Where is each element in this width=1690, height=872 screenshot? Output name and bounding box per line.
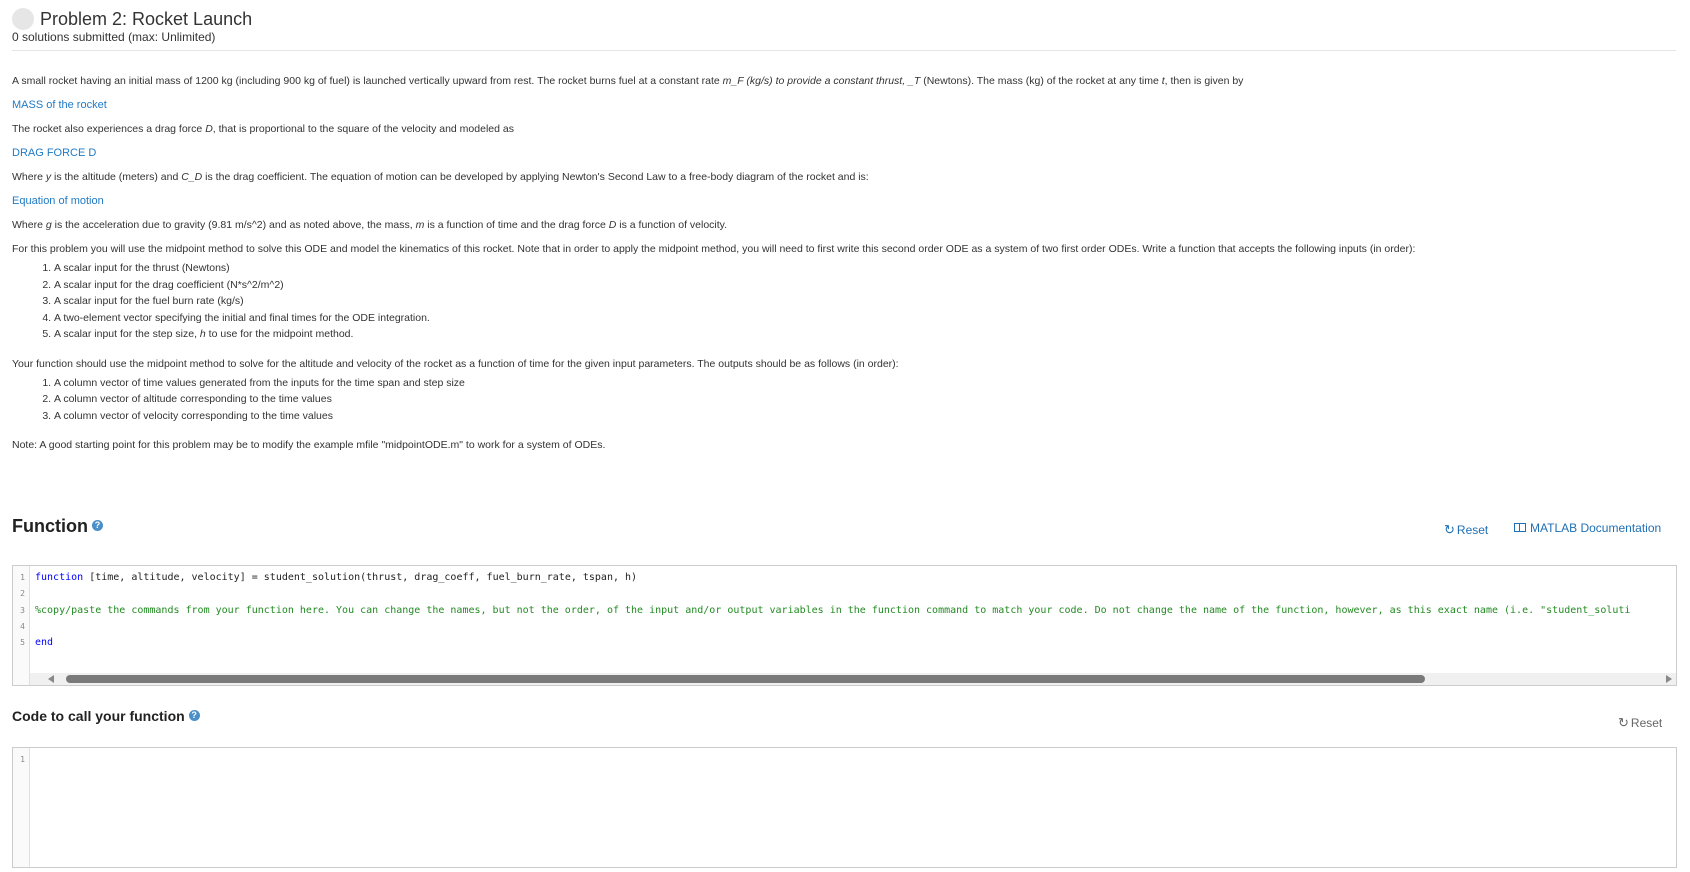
drag-paragraph: The rocket also experiences a drag force… — [12, 123, 514, 135]
gravity-paragraph: Where g is the acceleration due to gravi… — [12, 219, 728, 231]
list-item: A scalar input for the fuel burn rate (k… — [54, 293, 1672, 310]
function-section-title: Function? — [12, 516, 103, 537]
list-item: A two-element vector specifying the init… — [54, 310, 1672, 327]
list-item: A column vector of altitude correspondin… — [54, 391, 1672, 408]
refresh-icon: ↻ — [1444, 522, 1455, 537]
code-line: 5 end — [20, 637, 54, 648]
call-section-title: Code to call your function? — [12, 708, 200, 724]
code-line: 3 %copy/paste the commands from your fun… — [20, 605, 1631, 616]
code-line: 1 function [time, altitude, velocity] = … — [20, 572, 638, 583]
code-line: 1 — [20, 755, 25, 764]
list-item: A scalar input for the thrust (Newtons) — [54, 260, 1672, 277]
list-item: A column vector of velocity correspondin… — [54, 408, 1672, 425]
matlab-documentation-link[interactable]: MATLAB Documentation — [1514, 521, 1661, 535]
refresh-icon: ↻ — [1618, 715, 1629, 730]
status-circle-icon — [12, 8, 34, 30]
intro-paragraph: A small rocket having an initial mass of… — [12, 75, 1244, 87]
page-title: Problem 2: Rocket Launch — [40, 9, 253, 29]
code-line: 2 — [20, 589, 25, 598]
function-code-editor[interactable]: 1 function [time, altitude, velocity] = … — [12, 565, 1677, 686]
question-circle-icon[interactable]: ? — [91, 519, 103, 531]
call-code-editor[interactable]: 1 — [12, 747, 1677, 868]
outputs-paragraph: Your function should use the midpoint me… — [12, 357, 899, 370]
code-line: 4 — [20, 622, 25, 631]
horizontal-scrollbar[interactable] — [30, 673, 1676, 685]
call-reset-button[interactable]: ↻ Reset — [1618, 715, 1662, 731]
mass-equation-link[interactable]: MASS of the rocket — [12, 98, 1672, 112]
scrollbar-thumb[interactable] — [66, 675, 1425, 683]
function-reset-button[interactable]: ↻ Reset — [1444, 522, 1488, 538]
outputs-list: A column vector of time values generated… — [12, 375, 1672, 425]
inputs-list: A scalar input for the thrust (Newtons) … — [12, 260, 1672, 343]
list-item: A scalar input for the step size, h to u… — [54, 326, 1672, 343]
drag-force-link[interactable]: DRAG FORCE D — [12, 146, 1672, 160]
problem-header: Problem 2: Rocket Launch 0 solutions sub… — [12, 6, 1676, 51]
task-paragraph: For this problem you will use the midpoi… — [12, 243, 1416, 255]
book-icon — [1514, 523, 1526, 533]
list-item: A column vector of time values generated… — [54, 375, 1672, 392]
submission-count: 0 solutions submitted (max: Unlimited) — [12, 30, 216, 44]
list-item: A scalar input for the drag coefficient … — [54, 277, 1672, 294]
question-circle-icon[interactable]: ? — [188, 709, 200, 721]
scroll-left-arrow-icon[interactable] — [48, 675, 54, 683]
altitude-paragraph: Where y is the altitude (meters) and C_D… — [12, 171, 869, 183]
equation-of-motion-link[interactable]: Equation of motion — [12, 194, 1672, 208]
note-paragraph: Note: A good starting point for this pro… — [12, 439, 606, 451]
scroll-right-arrow-icon[interactable] — [1666, 675, 1672, 683]
problem-description: A small rocket having an initial mass of… — [12, 74, 1672, 452]
